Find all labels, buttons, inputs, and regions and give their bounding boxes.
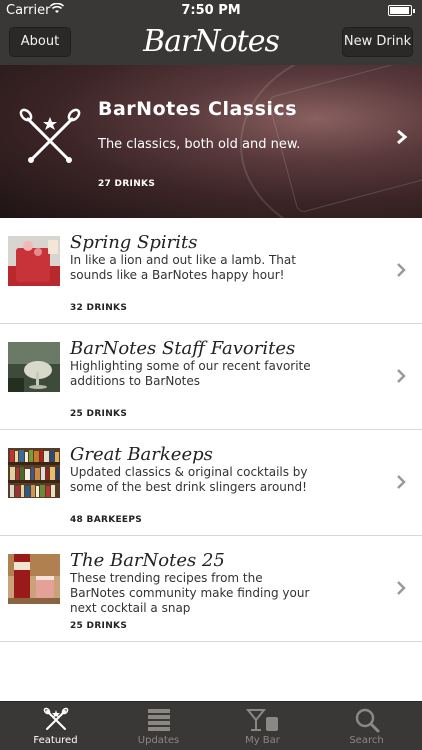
list-icon [148,709,170,731]
chevron-right-icon [396,580,406,599]
tab-search[interactable]: Search [314,702,419,750]
item-title: The BarNotes 25 [70,550,225,571]
item-count: 32 DRINKS [70,303,128,313]
collections-list: Spring Spirits In like a lion and out li… [0,218,422,642]
item-title: Great Barkeeps [70,444,213,465]
hero-title: BarNotes Classics [98,98,298,120]
chevron-right-icon [396,262,406,281]
tab-my-bar[interactable]: My Bar [210,702,315,750]
item-description: In like a lion and out like a lamb. That… [70,253,296,282]
staff-favorites-thumbnail [8,342,60,392]
status-bar: Carrier 7:50 PM [0,0,422,22]
chevron-right-icon [396,368,406,387]
item-count: 48 BARKEEPS [70,515,143,525]
item-count: 25 DRINKS [70,621,128,631]
great-barkeeps-thumbnail [8,448,60,498]
tab-label: Featured [33,735,78,746]
glasses-icon [246,709,278,731]
tab-label: Updates [137,735,180,746]
item-description: Highlighting some of our recent favorite… [70,359,311,388]
crossed-spoons-star-icon [18,107,82,171]
status-time: 7:50 PM [181,3,241,18]
tab-updates[interactable]: Updates [106,702,211,750]
item-title: Spring Spirits [70,232,198,253]
navigation-bar: About BarNotes New Drink [0,22,422,65]
battery-icon [388,5,415,16]
featured-collection-banner[interactable]: BarNotes Classics The classics, both old… [0,65,422,218]
list-item[interactable]: The BarNotes 25 These trending recipes f… [0,536,422,642]
item-description: These trending recipes from the BarNotes… [70,571,310,615]
tab-label: My Bar [245,735,280,746]
magnifier-icon [355,708,380,733]
crossed-spoons-icon [43,707,69,730]
new-drink-button[interactable]: New Drink [342,27,413,57]
list-item[interactable]: BarNotes Staff Favorites Highlighting so… [0,324,422,430]
chevron-right-icon [396,474,406,493]
item-count: 25 DRINKS [70,409,128,419]
tab-featured[interactable]: Featured [3,702,108,750]
list-item[interactable]: Great Barkeeps Updated classics & origin… [0,430,422,536]
list-item[interactable]: Spring Spirits In like a lion and out li… [0,218,422,324]
hero-drink-count: 27 DRINKS [98,179,156,189]
tab-bar: Featured Updates My Bar Search [0,701,422,750]
barnotes-25-thumbnail [8,554,60,604]
item-description: Updated classics & original cocktails by… [70,465,308,494]
hero-subtitle: The classics, both old and new. [98,137,301,152]
spring-spirits-thumbnail [8,236,60,286]
item-title: BarNotes Staff Favorites [70,338,296,359]
chevron-right-icon[interactable] [396,129,408,149]
tab-label: Search [349,735,384,746]
